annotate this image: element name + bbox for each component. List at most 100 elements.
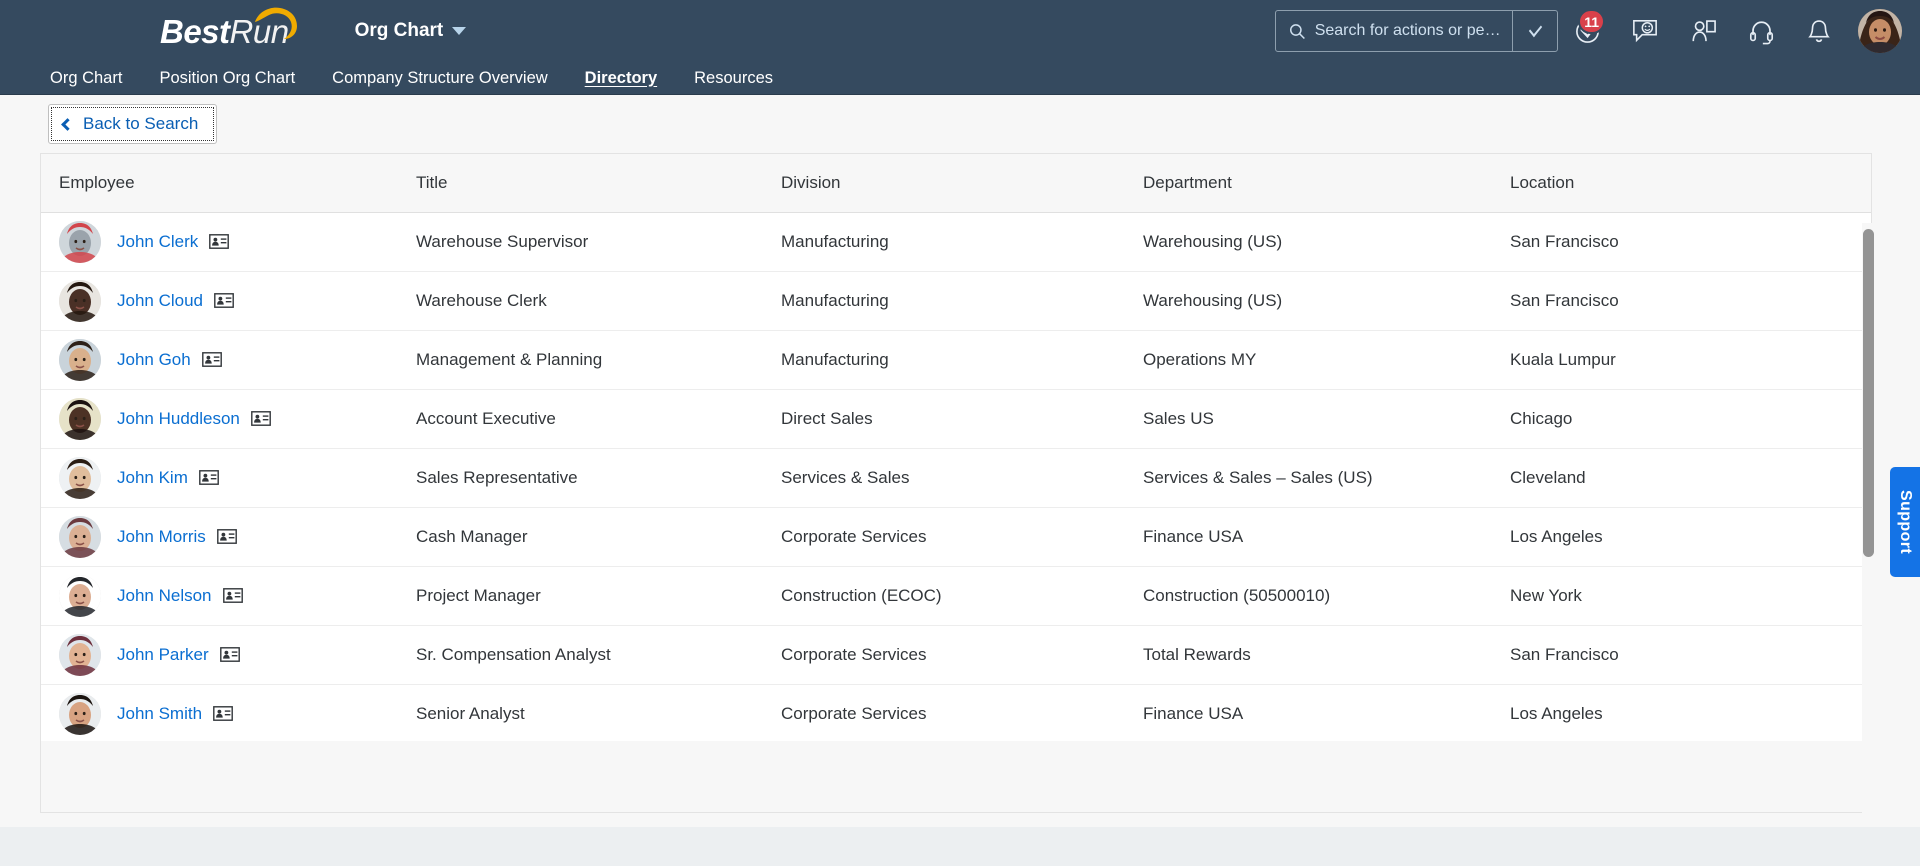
employee-cell: John Smith: [59, 692, 404, 735]
cell-title: Management & Planning: [416, 330, 781, 390]
cell-department: Finance USA: [1143, 684, 1510, 741]
employee-name-link[interactable]: John Kim: [117, 468, 188, 488]
employee-name-link[interactable]: John Clerk: [117, 232, 198, 252]
column-header-division[interactable]: Division: [781, 154, 1143, 213]
feedback-button[interactable]: [1616, 0, 1674, 62]
app-title-menu[interactable]: Org Chart: [355, 20, 467, 42]
people-directory-button[interactable]: [1674, 0, 1732, 62]
cell-department: Operations MY: [1143, 330, 1510, 390]
avatar-image: [59, 338, 101, 381]
business-card-icon[interactable]: [222, 588, 243, 603]
table-row[interactable]: John Nelson Project Manager Construction (…: [41, 566, 1871, 626]
employee-cell: John Huddleson: [59, 397, 404, 440]
column-header-title[interactable]: Title: [416, 154, 781, 213]
back-to-search-label: Back to Search: [83, 114, 199, 133]
employee-name-link[interactable]: John Parker: [117, 645, 209, 665]
search-dropdown-button[interactable]: [1513, 11, 1557, 51]
table-row[interactable]: John Goh Management & Planning Manufacturi…: [41, 330, 1871, 390]
business-card-icon[interactable]: [209, 234, 230, 249]
cell-employee: John Cloud: [41, 271, 416, 331]
cell-division: Manufacturing: [781, 330, 1143, 390]
table-row[interactable]: John Parker Sr. Compensation Analyst Corpo…: [41, 625, 1871, 685]
table-row[interactable]: John Huddleson Account Executive Direct Sa…: [41, 389, 1871, 449]
cell-employee: John Nelson: [41, 566, 416, 626]
todo-button[interactable]: 11: [1558, 0, 1616, 62]
employee-name-link[interactable]: John Morris: [117, 527, 206, 547]
avatar: [59, 456, 101, 499]
avatar-image: [59, 633, 101, 676]
chevron-down-icon: [452, 27, 467, 35]
cell-department: Total Rewards: [1143, 625, 1510, 685]
business-card-icon[interactable]: [213, 706, 233, 721]
employee-cell: John Nelson: [59, 574, 404, 617]
table-row[interactable]: John Morris Cash Manager Corporate Service…: [41, 507, 1871, 567]
company-logo[interactable]: BestRun: [160, 0, 307, 62]
page-body: Back to Search Employee Title Division D…: [0, 95, 1920, 866]
cell-employee: John Clerk: [41, 212, 416, 272]
column-header-employee[interactable]: Employee: [41, 154, 416, 213]
table-body: John Clerk Warehouse Supervisor Manufactur…: [41, 212, 1871, 741]
support-tab[interactable]: Support: [1890, 467, 1920, 577]
nav-item-position-org-chart[interactable]: Position Org Chart: [159, 69, 319, 88]
avatar-image: [1858, 9, 1902, 53]
page-toolbar: Back to Search: [0, 95, 1920, 153]
search-field-wrap[interactable]: [1276, 11, 1512, 51]
employee-cell: John Goh: [59, 338, 404, 381]
support-tab-label: Support: [1897, 489, 1914, 555]
column-header-location[interactable]: Location: [1510, 154, 1871, 213]
cell-employee: John Smith: [41, 684, 416, 741]
employee-name-link[interactable]: John Goh: [117, 350, 191, 370]
employee-name-link[interactable]: John Huddleson: [117, 409, 240, 429]
headset-support-icon: [1749, 20, 1773, 44]
employee-cell: John Cloud: [59, 279, 404, 322]
scrollbar-thumb[interactable]: [1863, 229, 1874, 557]
feedback-chat-smiley-icon: [1633, 19, 1657, 43]
directory-table: Employee Title Division Department Locat…: [41, 154, 1871, 741]
cell-location: Los Angeles: [1510, 684, 1871, 741]
cloud-swoosh-icon: [254, 7, 297, 39]
bell-notifications-icon: [1808, 19, 1830, 42]
cell-location: Los Angeles: [1510, 507, 1871, 567]
employee-cell: John Parker: [59, 633, 404, 676]
notifications-button[interactable]: [1790, 0, 1848, 62]
employee-name-link[interactable]: John Cloud: [117, 291, 203, 311]
employee-name-link[interactable]: John Nelson: [117, 586, 212, 606]
chevron-left-icon: [61, 117, 74, 131]
business-card-icon[interactable]: [250, 411, 271, 426]
support-headset-button[interactable]: [1732, 0, 1790, 62]
people-card-icon: [1691, 19, 1716, 41]
employee-name-link[interactable]: John Smith: [117, 704, 202, 724]
business-card-icon[interactable]: [219, 647, 240, 662]
table-row[interactable]: John Cloud Warehouse Clerk Manufacturing Wa…: [41, 271, 1871, 331]
business-card-icon[interactable]: [198, 470, 219, 485]
cell-title: Cash Manager: [416, 507, 781, 567]
cell-title: Senior Analyst: [416, 684, 781, 741]
column-header-department[interactable]: Department: [1143, 154, 1510, 213]
nav-item-company-structure-overview[interactable]: Company Structure Overview: [332, 69, 572, 88]
cell-division: Manufacturing: [781, 212, 1143, 272]
cell-division: Corporate Services: [781, 507, 1143, 567]
nav-item-org-chart[interactable]: Org Chart: [50, 69, 146, 88]
secondary-nav: Org Chart Position Org Chart Company Str…: [0, 62, 1920, 95]
business-card-icon[interactable]: [201, 352, 222, 367]
back-to-search-button[interactable]: Back to Search: [48, 104, 218, 144]
global-search[interactable]: [1275, 10, 1558, 52]
search-input[interactable]: [1314, 22, 1502, 40]
table-row[interactable]: John Clerk Warehouse Supervisor Manufactur…: [41, 212, 1871, 272]
cell-title: Project Manager: [416, 566, 781, 626]
business-card-icon[interactable]: [216, 529, 237, 544]
table-row[interactable]: John Kim Sales Representative Services & S…: [41, 448, 1871, 508]
cell-department: Construction (50500010): [1143, 566, 1510, 626]
directory-scroll-area[interactable]: Employee Title Division Department Locat…: [41, 154, 1871, 741]
cell-employee: John Goh: [41, 330, 416, 390]
business-card-icon[interactable]: [214, 293, 234, 308]
nav-item-directory[interactable]: Directory: [585, 69, 681, 88]
avatar[interactable]: [1858, 9, 1902, 53]
todo-badge: 11: [1578, 9, 1605, 34]
nav-item-resources[interactable]: Resources: [694, 69, 797, 88]
vertical-scrollbar[interactable]: [1862, 223, 1875, 823]
cell-location: Chicago: [1510, 389, 1871, 449]
avatar-image: [59, 397, 101, 440]
table-row[interactable]: John Smith Senior Analyst Corporate Servic…: [41, 684, 1871, 741]
cell-department: Finance USA: [1143, 507, 1510, 567]
